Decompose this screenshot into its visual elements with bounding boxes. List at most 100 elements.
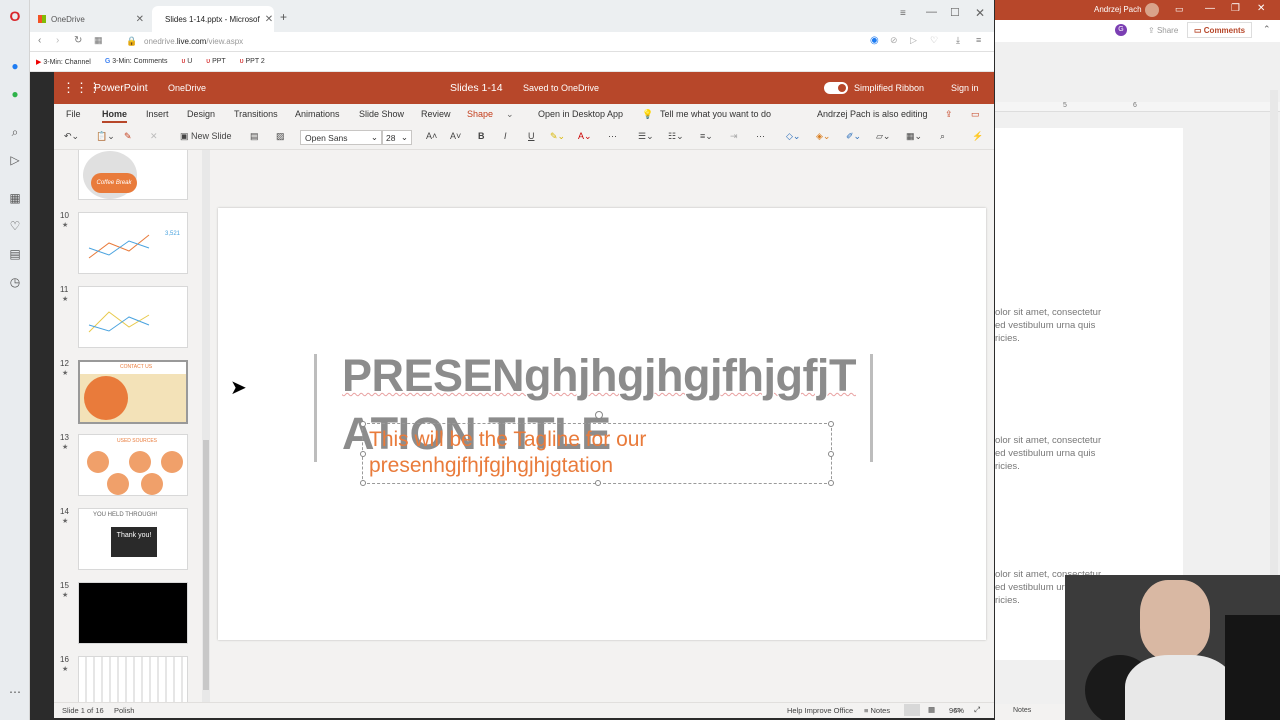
slide-thumbnail-13[interactable]: USED SOURCES [78, 434, 188, 496]
slide-thumbnail-10[interactable]: 3,521 [78, 212, 188, 274]
share-icon[interactable]: ⇪ [945, 109, 953, 120]
avatar[interactable] [1145, 3, 1159, 17]
tabs-grid-icon[interactable]: ▦ [94, 35, 103, 46]
close-tab-icon[interactable]: ✕ [136, 14, 144, 25]
sign-in-link[interactable]: Sign in [951, 83, 979, 93]
slide-title-line1[interactable]: PRESENghjhgjhgjfhjgfjT [342, 350, 856, 402]
reload-icon[interactable]: ↻ [74, 35, 82, 46]
comments-icon[interactable]: ▭ [971, 109, 980, 120]
designer-icon[interactable]: ⚡ [972, 131, 983, 142]
more-icon[interactable]: ⋯ [7, 684, 23, 700]
shapes-icon[interactable]: ◇⌄ [786, 131, 800, 142]
font-size-select[interactable]: 28 ⌄ [382, 130, 412, 145]
paste-icon[interactable]: 📋⌄ [96, 131, 115, 142]
bullets-icon[interactable]: ☰⌄ [638, 131, 654, 142]
tagline-textbox[interactable]: This will be the Tagline for our presenh… [360, 411, 834, 486]
back-icon[interactable]: ‹ [38, 35, 41, 46]
quick-styles-icon[interactable]: ▦⌄ [906, 131, 922, 142]
simplified-ribbon-toggle[interactable] [824, 82, 848, 94]
tell-me-search[interactable]: Tell me what you want to do [660, 109, 771, 119]
resize-handle[interactable] [828, 421, 834, 427]
help-improve-link[interactable]: Help Improve Office [787, 706, 853, 715]
thumbnails-scrollbar[interactable] [202, 150, 210, 702]
undo-icon[interactable]: ↶⌄ [64, 131, 79, 142]
delete-icon[interactable]: ✕ [150, 131, 158, 142]
slide-canvas[interactable]: PRESENghjhgjhgjfhjgfjT ATION TITLE This … [218, 208, 986, 640]
font-name-select[interactable]: Open Sans ⌄ [300, 130, 382, 145]
normal-view-icon[interactable] [904, 704, 920, 716]
heart-icon[interactable]: ♡ [7, 218, 23, 234]
background-scrollbar[interactable] [1270, 90, 1278, 650]
more-tabs-chevron-icon[interactable]: ⌄ [506, 109, 514, 120]
chevron-up-icon[interactable]: ⌃ [1263, 24, 1271, 35]
grow-font-icon[interactable]: A˄ [426, 131, 437, 141]
bookmark-ppt[interactable]: ᴜ PPT [206, 58, 225, 65]
slide-thumbnail-9[interactable]: Coffee Break [78, 150, 188, 200]
layout-icon[interactable]: ▤ [250, 131, 259, 142]
tab-menu-icon[interactable]: ≡ [900, 8, 906, 19]
resize-handle[interactable] [828, 451, 834, 457]
bookmark-u[interactable]: ᴜ U [181, 58, 192, 65]
language-indicator[interactable]: Polish [114, 706, 134, 715]
tab-home[interactable]: Home [102, 109, 128, 123]
resize-handle[interactable] [360, 480, 366, 486]
favorite-icon[interactable]: ♡ [930, 35, 938, 46]
slide-thumbnail-14[interactable]: YOU HELD THROUGH! Thank you! [78, 508, 188, 570]
url-field[interactable]: onedrive.live.com/view.aspx [144, 37, 243, 46]
indent-icon[interactable]: ⇥ [730, 131, 738, 142]
tab-review[interactable]: Review [421, 109, 451, 119]
open-in-desktop-button[interactable]: Open in Desktop App [538, 109, 623, 119]
bold-button[interactable]: B [478, 131, 485, 141]
player-icon[interactable]: ▷ [7, 152, 23, 168]
slide-thumbnail-15[interactable] [78, 582, 188, 644]
slide-sorter-icon[interactable]: ▦ [928, 705, 935, 714]
bookmark-comments[interactable]: G 3-Min: Comments [105, 58, 168, 65]
find-icon[interactable]: ⌕ [940, 131, 945, 142]
resize-handle[interactable] [360, 421, 366, 427]
tab-animations[interactable]: Animations [295, 109, 340, 119]
maximize-icon[interactable]: ☐ [950, 6, 960, 19]
tab-insert[interactable]: Insert [146, 109, 169, 119]
italic-button[interactable]: I [504, 131, 507, 141]
bookmark-channel[interactable]: ▶ 3-Min: Channel [36, 58, 91, 66]
ribbon-display-icon[interactable]: ▭ [1175, 4, 1184, 15]
new-tab-icon[interactable]: + [280, 10, 287, 24]
grid-icon[interactable]: ▦ [7, 190, 23, 206]
minimize-icon[interactable]: — [1205, 3, 1215, 14]
download-icon[interactable]: ⤓ [956, 35, 960, 46]
align-icon[interactable]: ≡⌄ [700, 131, 713, 142]
service-name[interactable]: OneDrive [168, 83, 206, 93]
close-window-icon[interactable]: ✕ [975, 6, 985, 20]
app-name[interactable]: PowerPoint [94, 82, 148, 94]
outline-icon[interactable]: ✐⌄ [846, 131, 861, 142]
rotate-handle[interactable] [595, 411, 603, 419]
new-slide-button[interactable]: ▣ New Slide [180, 131, 232, 142]
fill-icon[interactable]: ◈⌄ [816, 131, 830, 142]
forward-icon[interactable]: › [56, 35, 59, 46]
slide-thumbnail-12[interactable]: CONTACT US [78, 360, 188, 424]
more-icon[interactable]: ⋯ [756, 131, 765, 142]
tab-file[interactable]: File [66, 109, 81, 119]
tab-slides[interactable]: Slides 1-14.pptx - Microsof ✕ [152, 6, 274, 32]
underline-button[interactable]: U [528, 131, 535, 141]
zoom-level[interactable]: 96% [949, 706, 964, 715]
highlight-icon[interactable]: ✎⌄ [550, 131, 565, 142]
document-title[interactable]: Slides 1-14 [450, 82, 503, 94]
news-icon[interactable]: ▤ [7, 246, 23, 262]
menu-icon[interactable]: ≡ [976, 35, 981, 45]
tab-shape[interactable]: Shape [467, 109, 493, 119]
close-tab-icon[interactable]: ✕ [265, 14, 273, 25]
comments-button[interactable]: ▭ Comments [1187, 22, 1253, 38]
whatsapp-icon[interactable]: ● [7, 86, 23, 102]
numbering-icon[interactable]: ☷⌄ [668, 131, 684, 142]
tab-transitions[interactable]: Transitions [234, 109, 278, 119]
shield-icon[interactable]: ⊘ [890, 35, 898, 46]
play-icon[interactable]: ▷ [910, 35, 917, 46]
coauthor-notice[interactable]: Andrzej Pach is also editing [817, 109, 928, 119]
camera-icon[interactable]: ◉ [870, 35, 879, 46]
format-painter-icon[interactable]: ✎ [124, 131, 132, 142]
scrollbar-thumb[interactable] [203, 440, 209, 690]
shrink-font-icon[interactable]: A˅ [450, 131, 461, 141]
font-color-icon[interactable]: A⌄ [578, 131, 592, 142]
tab-onedrive[interactable]: OneDrive ✕ [30, 6, 152, 32]
